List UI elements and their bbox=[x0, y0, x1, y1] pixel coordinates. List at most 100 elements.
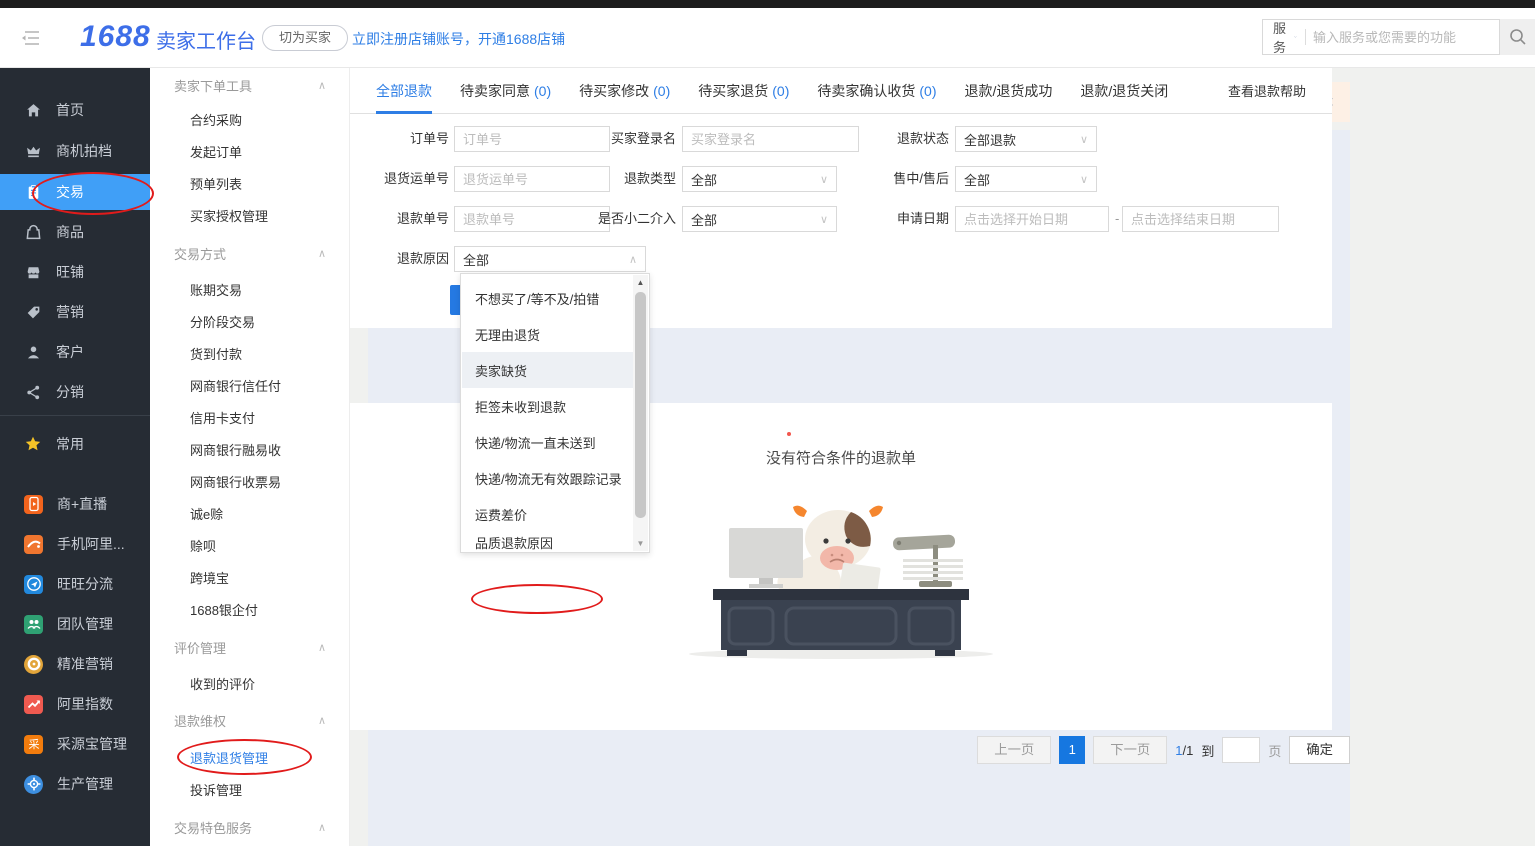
sidebar-item-caiyuanbao[interactable]: 采 采源宝管理 bbox=[0, 726, 150, 762]
apply-date-label: 申请日期 bbox=[809, 206, 949, 232]
dropdown-option[interactable]: 运费差价 bbox=[462, 496, 634, 532]
sidebar-item-wangwang[interactable]: 旺旺分流 bbox=[0, 566, 150, 602]
share-icon bbox=[24, 383, 42, 401]
scroll-down-icon[interactable]: ▼ bbox=[633, 536, 648, 551]
switch-to-buyer-button[interactable]: 切为买家 bbox=[262, 25, 348, 51]
next-page-button[interactable]: 下一页 bbox=[1093, 736, 1167, 764]
submenu-item[interactable]: 分阶段交易 bbox=[190, 309, 340, 333]
dropdown-option-highlighted[interactable]: 卖家缺货 bbox=[462, 352, 634, 388]
star-icon bbox=[24, 435, 42, 453]
sidebar-item-products[interactable]: 商品 bbox=[0, 214, 150, 250]
svg-text:采: 采 bbox=[28, 738, 39, 751]
submenu-group-order-tools[interactable]: 卖家下单工具∧ bbox=[174, 73, 326, 97]
submenu-item[interactable]: 预单列表 bbox=[190, 171, 340, 195]
service-dropdown[interactable]: 服务 bbox=[1273, 18, 1286, 56]
sidebar-item-shop[interactable]: 旺铺 bbox=[0, 254, 150, 290]
sidebar-item-customers[interactable]: 客户 bbox=[0, 334, 150, 370]
collapse-sidebar-icon[interactable] bbox=[20, 27, 44, 49]
refund-reason-dropdown: 不想买了/等不及/拍错 无理由退货 卖家缺货 拒签未收到退款 快递/物流一直未送… bbox=[460, 273, 650, 553]
submenu-item[interactable]: 合约采购 bbox=[190, 107, 340, 131]
date-separator: - bbox=[1115, 206, 1119, 232]
submenu-item[interactable]: 信用卡支付 bbox=[190, 405, 340, 429]
date-end-input[interactable] bbox=[1122, 206, 1279, 232]
sidebar-item-distribution[interactable]: 分销 bbox=[0, 374, 150, 410]
tab-await-seller-confirm[interactable]: 待卖家确认收货(0) bbox=[817, 68, 936, 114]
sidebar-item-marketing[interactable]: 营销 bbox=[0, 294, 150, 330]
tab-await-buyer-return[interactable]: 待买家退货(0) bbox=[698, 68, 789, 114]
submenu-item-refund-return-management[interactable]: 退款退货管理 bbox=[190, 745, 340, 769]
refund-status-select[interactable]: 全部退款∨ bbox=[955, 126, 1097, 152]
tab-refund-success[interactable]: 退款/退货成功 bbox=[965, 68, 1053, 114]
sidebar-item-favorites[interactable]: 常用 bbox=[0, 426, 150, 462]
sidebar-item-mobile-ali[interactable]: 手机阿里... bbox=[0, 526, 150, 562]
scroll-up-icon[interactable]: ▲ bbox=[633, 275, 648, 290]
sidebar-item-live[interactable]: 商+直播 bbox=[0, 486, 150, 522]
submenu-item[interactable]: 网商银行收票易 bbox=[190, 469, 340, 493]
prev-page-button[interactable]: 上一页 bbox=[977, 736, 1051, 764]
submenu-group-refund-rights[interactable]: 退款维权∧ bbox=[174, 708, 326, 732]
dropdown-option[interactable]: 快递/物流无有效跟踪记录 bbox=[462, 460, 634, 496]
submenu-item[interactable]: 网商银行信任付 bbox=[190, 373, 340, 397]
trend-chart-icon bbox=[24, 695, 43, 714]
dropdown-option[interactable]: 拒签未收到退款 bbox=[462, 388, 634, 424]
sidebar-item-home[interactable]: 首页 bbox=[0, 92, 150, 128]
sidebar-item-precision-marketing[interactable]: 精准营销 bbox=[0, 646, 150, 682]
dropdown-option[interactable]: 无理由退货 bbox=[462, 316, 634, 352]
tab-await-seller-agree[interactable]: 待卖家同意(0) bbox=[460, 68, 551, 114]
desk-lamp bbox=[893, 534, 963, 587]
dropdown-option-quality-refund[interactable]: 品质退款原因 bbox=[462, 532, 634, 552]
chevron-up-icon[interactable]: ∧ bbox=[318, 714, 326, 727]
divider bbox=[0, 415, 150, 416]
scrollbar-thumb[interactable] bbox=[635, 292, 646, 518]
refund-help-link[interactable]: 查看退款帮助 bbox=[1228, 81, 1306, 100]
sidebar-item-partner[interactable]: 商机拍档 bbox=[0, 133, 150, 169]
chevron-up-icon[interactable]: ∧ bbox=[318, 247, 326, 260]
caiyuanbao-icon: 采 bbox=[24, 735, 43, 754]
tab-await-buyer-modify[interactable]: 待买家修改(0) bbox=[579, 68, 670, 114]
current-page-button[interactable]: 1 bbox=[1059, 736, 1085, 764]
dropdown-option[interactable]: 不想买了/等不及/拍错 bbox=[462, 280, 634, 316]
wangwang-icon bbox=[24, 575, 43, 594]
desk bbox=[713, 589, 969, 656]
submenu-item[interactable]: 诚e赊 bbox=[190, 501, 340, 525]
sidebar-item-ali-index[interactable]: 阿里指数 bbox=[0, 686, 150, 722]
chevron-up-icon[interactable]: ∧ bbox=[318, 641, 326, 654]
chevron-up-icon: ∧ bbox=[629, 253, 637, 266]
chevron-up-icon[interactable]: ∧ bbox=[318, 821, 326, 834]
submenu-item[interactable]: 赊呗 bbox=[190, 533, 340, 557]
sidebar-item-team[interactable]: 团队管理 bbox=[0, 606, 150, 642]
submenu-item[interactable]: 跨境宝 bbox=[190, 565, 340, 589]
submenu-item[interactable]: 收到的评价 bbox=[190, 671, 340, 695]
submenu-group-reviews[interactable]: 评价管理∧ bbox=[174, 635, 326, 659]
dropdown-option[interactable]: 快递/物流一直未送到 bbox=[462, 424, 634, 460]
logo-1688[interactable]: 1688 bbox=[80, 20, 151, 54]
sale-phase-select[interactable]: 全部∨ bbox=[955, 166, 1097, 192]
tab-refund-closed[interactable]: 退款/退货关闭 bbox=[1080, 68, 1168, 114]
chevron-down-icon[interactable] bbox=[1294, 33, 1297, 41]
submenu-item[interactable]: 买家授权管理 bbox=[190, 203, 340, 227]
tab-all-refunds[interactable]: 全部退款 bbox=[376, 68, 432, 114]
refund-reason-select[interactable]: 全部∧ bbox=[454, 246, 646, 272]
search-icon[interactable] bbox=[1500, 19, 1535, 55]
app-header: 1688 卖家工作台 切为买家 立即注册店铺账号，开通1688店铺 服务 bbox=[0, 8, 1535, 68]
search-input[interactable] bbox=[1313, 30, 1489, 45]
submenu-item[interactable]: 1688银企付 bbox=[190, 597, 340, 621]
submenu-group-trade-methods[interactable]: 交易方式∧ bbox=[174, 241, 326, 265]
submenu-item[interactable]: 账期交易 bbox=[190, 277, 340, 301]
sidebar-item-production[interactable]: 生产管理 bbox=[0, 766, 150, 802]
crown-icon bbox=[24, 142, 42, 160]
sidebar-item-trade[interactable]: 交易 bbox=[0, 174, 150, 210]
refund-reason-label: 退款原因 bbox=[350, 246, 449, 272]
submenu-item[interactable]: 货到付款 bbox=[190, 341, 340, 365]
chevron-down-icon: ∨ bbox=[1080, 173, 1088, 186]
submenu-item[interactable]: 网商银行融易收 bbox=[190, 437, 340, 461]
submenu-group-trade-features[interactable]: 交易特色服务∧ bbox=[174, 815, 326, 839]
chevron-up-icon[interactable]: ∧ bbox=[318, 79, 326, 92]
page-number-input[interactable] bbox=[1222, 737, 1260, 763]
date-start-input[interactable] bbox=[955, 206, 1109, 232]
submenu-item[interactable]: 投诉管理 bbox=[190, 777, 340, 801]
dropdown-scrollbar[interactable]: ▲ ▼ bbox=[633, 275, 648, 551]
confirm-page-button[interactable]: 确定 bbox=[1289, 736, 1350, 764]
submenu-item[interactable]: 发起订单 bbox=[190, 139, 340, 163]
register-shop-link[interactable]: 立即注册店铺账号，开通1688店铺 bbox=[352, 29, 565, 49]
